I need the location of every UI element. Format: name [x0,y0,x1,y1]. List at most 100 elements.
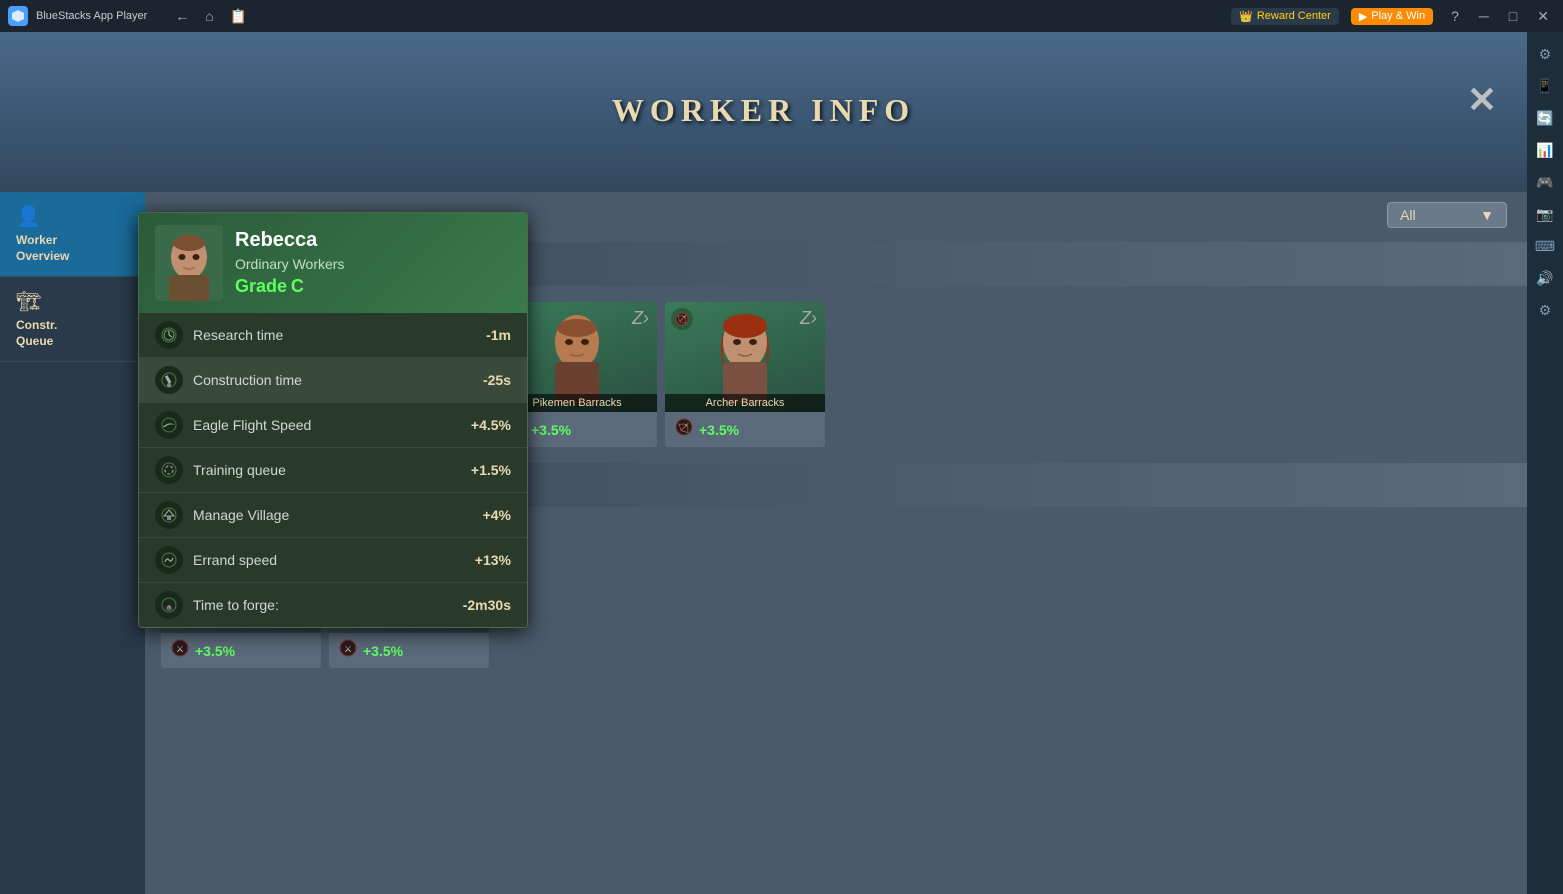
worker-grade: Grade C [235,276,344,297]
status-icon-3: 🏹 [671,308,693,330]
sleep-z-3: Z› [800,308,817,329]
sidebar-icon-6[interactable]: 📷 [1531,200,1559,228]
training-queue-label: Training queue [193,462,461,478]
worker-card-3-img: 🏹 Z› [665,302,825,412]
training-queue-icon [155,456,183,484]
reward-center-btn[interactable]: 👑 Reward Center [1231,8,1339,25]
restore-btn[interactable]: □ [1503,6,1523,26]
game-area: WORKER INFO ✕ 👤 WorkerOverview 🏗 Constr.… [0,32,1527,894]
construction-time-value: -25s [483,372,511,388]
filter-bar: All ▼ [1387,202,1507,228]
svg-text:🏹: 🏹 [677,314,687,324]
worker-tooltip: Rebecca Ordinary Workers Grade C Researc… [138,212,528,628]
sidebar-icon-2[interactable]: 📱 [1531,72,1559,100]
worker-name: Rebecca [235,229,344,252]
manage-village-icon [155,501,183,529]
research-time-label: Research time [193,327,476,343]
worker-card-5-stat: ⚔ +3.5% [329,633,489,668]
play-win-label: Play & Win [1371,10,1425,22]
construction-time-icon [155,366,183,394]
worker-card-3-label: Archer Barracks [665,394,825,412]
nav-bookmark[interactable]: 📋 [226,6,251,27]
svg-text:⚔: ⚔ [176,644,184,654]
worker-overview-icon: 👤 [16,204,129,229]
worker-overview-label: WorkerOverview [16,233,129,264]
chevron-down-icon: ▼ [1480,207,1494,223]
worker-type: Ordinary Workers [235,256,344,272]
left-panel-worker-overview[interactable]: 👤 WorkerOverview [0,192,145,277]
stat-value-3: +3.5% [699,422,739,438]
forge-time-label: Time to forge: [193,597,453,613]
sleep-z-2: Z› [632,308,649,329]
sidebar-icon-4[interactable]: 📊 [1531,136,1559,164]
errand-speed-value: +13% [475,552,511,568]
eagle-speed-label: Eagle Flight Speed [193,417,461,433]
errand-speed-label: Errand speed [193,552,465,568]
minimize-btn[interactable]: ─ [1473,6,1495,26]
research-time-icon [155,321,183,349]
title-bar: BlueStacks App Player ← ⌂ 📋 👑 Reward Cen… [0,0,1563,32]
close-btn-win[interactable]: ✕ [1531,6,1555,27]
manage-village-label: Manage Village [193,507,473,523]
stat-row-forge-time: Time to forge: -2m30s [139,583,527,627]
worker-card-3-stat: 🏹 +3.5% [665,412,825,447]
window-controls: ? ─ □ ✕ [1445,6,1555,27]
close-game-btn[interactable]: ✕ [1467,82,1497,118]
reward-center-label: Reward Center [1257,10,1331,22]
svg-text:🏹: 🏹 [678,422,689,434]
page-title: WORKER INFO [612,92,915,129]
app-name: BlueStacks App Player [36,10,147,22]
sidebar-icon-1[interactable]: ⚙ [1531,40,1559,68]
stat-icon-5: ⚔ [339,639,357,662]
sidebar-icon-8[interactable]: 🔊 [1531,264,1559,292]
nav-home[interactable]: ⌂ [201,6,217,26]
stat-row-construction-time: Construction time -25s [139,358,527,403]
constr-queue-icon: 🏗 [16,289,129,314]
tooltip-stats: Research time -1m Construction time -25s [139,313,527,627]
stat-icon-4: ⚔ [171,639,189,662]
tooltip-avatar [155,225,223,301]
stat-value-4: +3.5% [195,643,235,659]
eagle-speed-value: +4.5% [471,417,511,433]
worker-card-4-stat: ⚔ +3.5% [161,633,321,668]
forge-time-value: -2m30s [463,597,511,613]
errand-speed-icon [155,546,183,574]
worker-card-3[interactable]: 🏹 Z› [665,302,825,447]
construction-time-label: Construction time [193,372,473,388]
filter-label: All [1400,207,1416,223]
forge-time-icon [155,591,183,619]
sidebar-icon-7[interactable]: ⌨ [1531,232,1559,260]
stat-row-training-queue: Training queue +1.5% [139,448,527,493]
constr-queue-label: Constr.Queue [16,318,129,349]
training-queue-value: +1.5% [471,462,511,478]
stat-value-2: +3.5% [531,422,571,438]
eagle-speed-icon [155,411,183,439]
sidebar-icon-5[interactable]: 🎮 [1531,168,1559,196]
nav-buttons: ← ⌂ 📋 [171,6,251,27]
nav-back[interactable]: ← [171,6,193,26]
crown-icon: 👑 [1239,10,1253,23]
sidebar-icon-9[interactable]: ⚙ [1531,296,1559,324]
stat-row-errand-speed: Errand speed +13% [139,538,527,583]
title-bar-left: BlueStacks App Player ← ⌂ 📋 [8,6,251,27]
stat-value-5: +3.5% [363,643,403,659]
right-sidebar: ⚙ 📱 🔄 📊 🎮 📷 ⌨ 🔊 ⚙ [1527,32,1563,894]
tooltip-header: Rebecca Ordinary Workers Grade C [139,213,527,313]
stat-row-research-time: Research time -1m [139,313,527,358]
left-panel-constr-queue[interactable]: 🏗 Constr.Queue [0,277,145,362]
help-btn[interactable]: ? [1445,6,1465,26]
play-win-btn[interactable]: ▶ Play & Win [1351,8,1433,25]
sidebar-icon-3[interactable]: 🔄 [1531,104,1559,132]
play-icon: ▶ [1359,10,1367,23]
svg-text:⚔: ⚔ [344,644,352,654]
tooltip-info: Rebecca Ordinary Workers Grade C [235,229,344,297]
manage-village-value: +4% [483,507,511,523]
stat-row-eagle-speed: Eagle Flight Speed +4.5% [139,403,527,448]
title-bar-right: 👑 Reward Center ▶ Play & Win ? ─ □ ✕ [1231,6,1555,27]
left-panel: 👤 WorkerOverview 🏗 Constr.Queue [0,192,145,894]
research-time-value: -1m [486,327,511,343]
filter-dropdown[interactable]: All ▼ [1387,202,1507,228]
bluestacks-logo [8,6,28,26]
stat-icon-3: 🏹 [675,418,693,441]
stat-row-manage-village: Manage Village +4% [139,493,527,538]
